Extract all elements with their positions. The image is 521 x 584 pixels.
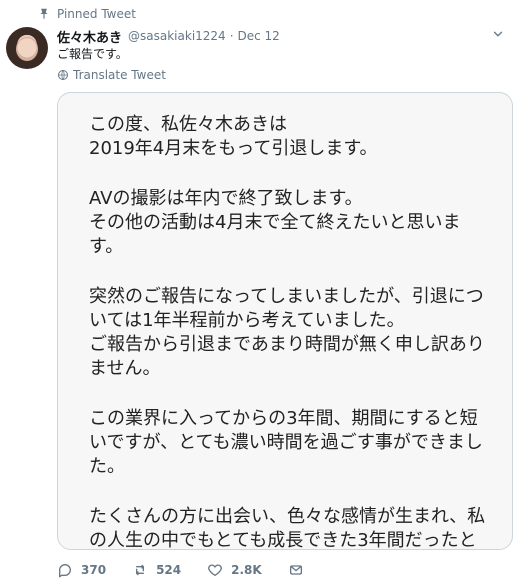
reply-count: 370 — [81, 563, 107, 577]
display-name[interactable]: 佐々木あき — [57, 27, 122, 46]
image-paragraph: この度、私佐々木あきは 2019年4月末をもって引退します。 — [89, 113, 491, 161]
image-paragraph: 突然のご報告になってしまいましたが、引退については1年半程前から考えていました。… — [89, 285, 491, 381]
image-line: 突然のご報告になってしまいましたが、引退については1年半程前から考えていました。 — [89, 286, 484, 331]
reply-icon — [59, 564, 71, 578]
tweet-actions: 370 524 2.8K — [57, 560, 357, 580]
retweet-button[interactable]: 524 — [132, 562, 181, 578]
pinned-label: Pinned Tweet — [57, 7, 136, 21]
tweet-text: ご報告です。 — [57, 47, 128, 61]
translate-label[interactable]: Translate Tweet — [73, 68, 166, 82]
pinned-indicator: Pinned Tweet — [37, 7, 136, 21]
avatar[interactable] — [6, 27, 48, 69]
retweet-icon — [136, 564, 145, 576]
image-line: AVの撮影は年内で終了致します。 — [89, 188, 363, 209]
heart-icon — [208, 564, 223, 576]
image-line: その他の活動は4月末で全て終えたいと思います。 — [89, 212, 461, 257]
reply-button[interactable]: 370 — [57, 562, 106, 578]
user-handle[interactable]: @sasakiaki1224 — [128, 29, 226, 43]
image-paragraph: AVの撮影は年内で終了致します。 その他の活動は4月末で全て終えたいと思います。 — [89, 187, 491, 259]
pin-icon — [40, 8, 48, 20]
like-count: 2.8K — [231, 563, 262, 577]
message-button[interactable] — [288, 562, 312, 578]
translate-tweet[interactable]: Translate Tweet — [57, 68, 166, 82]
image-line: この業界に入ってからの3年間、期間にすると短いですが、とても濃い時間を過ごす事が… — [89, 408, 483, 477]
globe-icon — [58, 70, 68, 80]
separator: · — [229, 29, 234, 43]
retweet-count: 524 — [156, 563, 182, 577]
image-line: ご報告から引退まであまり時間が無く申し訳ありません。 — [89, 334, 485, 379]
tweet-header: 佐々木あき @sasakiaki1224 · Dec 12 — [57, 27, 505, 46]
tweet-image[interactable]: この度、私佐々木あきは 2019年4月末をもって引退します。 AVの撮影は年内で… — [57, 92, 513, 550]
image-line: この度、私佐々木あきは — [89, 114, 287, 135]
image-line: 2019年4月末をもって引退します。 — [89, 138, 378, 159]
chevron-down-icon[interactable] — [491, 27, 505, 41]
image-text: この度、私佐々木あきは 2019年4月末をもって引退します。 AVの撮影は年内で… — [89, 113, 491, 550]
image-paragraph: この業界に入ってからの3年間、期間にすると短いですが、とても濃い時間を過ごす事が… — [89, 407, 491, 479]
tweet-date[interactable]: Dec 12 — [238, 29, 280, 43]
message-icon — [289, 565, 302, 575]
image-line: たくさんの方に出会い、色々な感情が生まれ、私の人生の中でもとても成長できた3年間… — [89, 506, 486, 550]
image-paragraph: たくさんの方に出会い、色々な感情が生まれ、私の人生の中でもとても成長できた3年間… — [89, 505, 491, 550]
like-button[interactable]: 2.8K — [207, 562, 262, 578]
